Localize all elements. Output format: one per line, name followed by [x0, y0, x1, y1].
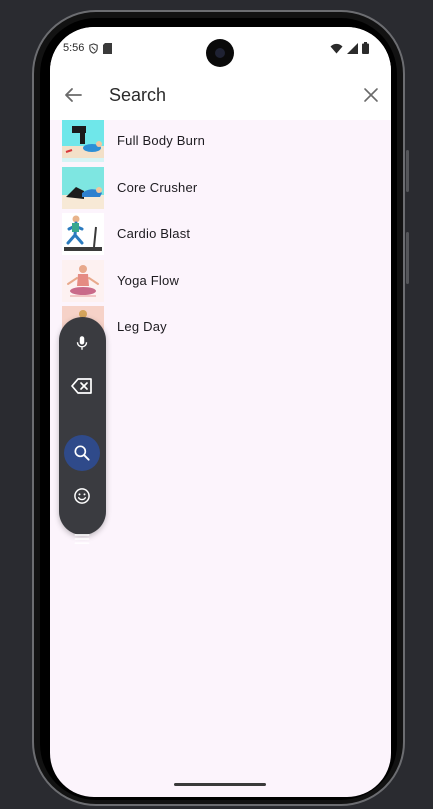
wifi-icon: [330, 43, 343, 53]
back-arrow-icon[interactable]: [61, 83, 85, 107]
workout-thumbnail: [62, 213, 104, 255]
voice-input-button[interactable]: [64, 325, 100, 361]
status-time: 5:56: [63, 42, 85, 54]
list-item-label: Cardio Blast: [117, 226, 191, 241]
menu-icon: [74, 534, 90, 544]
list-item[interactable]: Core Crusher: [62, 167, 382, 209]
list-item[interactable]: Full Body Burn: [62, 120, 382, 162]
list-item-label: Core Crusher: [117, 180, 198, 195]
list-item[interactable]: Yoga Flow: [62, 260, 382, 302]
backspace-button[interactable]: [64, 368, 100, 404]
list-item[interactable]: Leg Day: [62, 306, 382, 348]
search-input[interactable]: [109, 82, 329, 108]
emoji-icon: [74, 488, 90, 504]
cellular-signal-icon: [347, 42, 358, 54]
floating-toolbar: [59, 317, 106, 544]
search-icon: [74, 445, 90, 461]
menu-button[interactable]: [64, 521, 100, 557]
search-button[interactable]: [64, 435, 100, 471]
list-item-label: Leg Day: [117, 319, 167, 334]
mic-icon: [76, 336, 88, 350]
status-left: 5:56: [63, 42, 113, 54]
search-app-bar: [50, 69, 391, 120]
workout-thumbnail: [62, 167, 104, 209]
sd-card-icon: [103, 42, 113, 54]
status-bar: 5:56: [50, 27, 391, 69]
battery-icon: [362, 42, 369, 54]
front-camera: [206, 39, 234, 67]
volume-button: [406, 232, 409, 284]
list-item-label: Full Body Burn: [117, 133, 206, 148]
home-indicator[interactable]: [174, 783, 266, 786]
list-item-label: Yoga Flow: [117, 273, 180, 288]
workout-thumbnail: [62, 260, 104, 302]
emoji-button[interactable]: [64, 478, 100, 514]
phone-screen: 5:56 Search Full Body Burn Core Crusher …: [50, 27, 391, 797]
power-button: [406, 150, 409, 192]
shield-icon: [89, 42, 99, 54]
status-icons: [330, 42, 369, 54]
backspace-icon: [71, 378, 92, 394]
list-item[interactable]: Cardio Blast: [62, 213, 382, 255]
close-icon[interactable]: [359, 83, 383, 107]
workout-thumbnail: [62, 120, 104, 162]
